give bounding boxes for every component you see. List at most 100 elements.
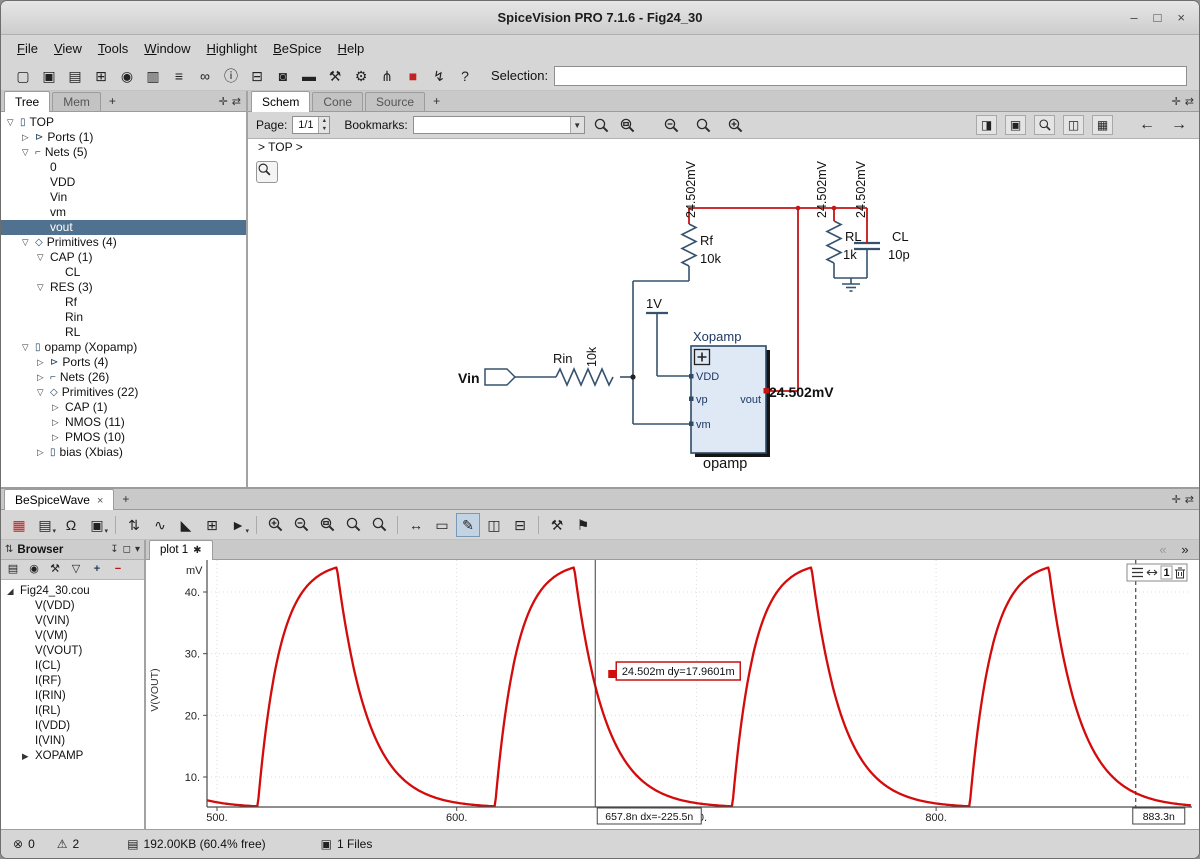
cursor-mode-icon[interactable]: ►▾	[226, 513, 250, 537]
titlebar[interactable]: SpiceVision PRO 7.1.6 - Fig24_30 – □ ×	[1, 1, 1199, 35]
dock-detach-icon[interactable]: ⇄	[1185, 95, 1194, 108]
line-plot-icon[interactable]: ∿	[148, 513, 172, 537]
expander-closed-icon[interactable]: ▶	[22, 749, 35, 764]
tree-item-vm[interactable]: vm	[1, 205, 246, 220]
dock-move-icon[interactable]: ✛	[1172, 95, 1181, 108]
zoom-x-icon[interactable]	[341, 513, 365, 537]
menu-file[interactable]: File	[9, 38, 46, 59]
tree-item-v-vm[interactable]: V(VM)	[1, 629, 144, 644]
expander-open-icon[interactable]: ▽	[22, 340, 35, 355]
zoom-box-icon[interactable]	[315, 513, 339, 537]
tree-item-primitives-4[interactable]: ▽◇Primitives (4)	[1, 235, 246, 250]
component-flag-icon[interactable]: ⚑	[571, 513, 595, 537]
split-vertical-icon[interactable]: ◫	[482, 513, 506, 537]
comment-icon[interactable]: ▭	[430, 513, 454, 537]
tree-item-ports-1[interactable]: ▷⊳Ports (1)	[1, 130, 246, 145]
tree-item-top[interactable]: ▽▯TOP	[1, 115, 246, 130]
link-icon[interactable]: ∞	[193, 64, 217, 88]
signal-list-icon[interactable]: ▤	[4, 561, 22, 578]
menu-view[interactable]: View	[46, 38, 90, 59]
tab-schem[interactable]: Schem	[251, 91, 310, 112]
expander-closed-icon[interactable]: ▷	[37, 355, 50, 370]
plot-back-button[interactable]: «	[1153, 542, 1173, 558]
tree-item-0[interactable]: 0	[1, 160, 246, 175]
back-arrow-button[interactable]: ←	[1135, 115, 1159, 135]
expander-closed-icon[interactable]: ▷	[52, 415, 65, 430]
expander-open-icon[interactable]: ▽	[7, 115, 20, 130]
plot-legend-toolbar[interactable]: 1	[1127, 564, 1187, 581]
spin-up-icon[interactable]: ▲	[319, 117, 329, 125]
zoom-area-icon[interactable]	[616, 113, 640, 137]
add-tab-button[interactable]: +	[427, 94, 446, 108]
expander-open-icon[interactable]: ▽	[37, 385, 50, 400]
expander-closed-icon[interactable]: ▷	[37, 370, 50, 385]
dock-detach-icon[interactable]: ⇄	[232, 95, 241, 108]
tree-item-i-vin[interactable]: I(VIN)	[1, 734, 144, 749]
measure-pencil-icon[interactable]: ✎	[456, 513, 480, 537]
tree-item-opamp-xopamp[interactable]: ▽▯opamp (Xopamp)	[1, 340, 246, 355]
expander-open-icon[interactable]: ▽	[22, 145, 35, 160]
tree-item-nmos-11[interactable]: ▷NMOS (11)	[1, 415, 246, 430]
maximize-button[interactable]: □	[1154, 10, 1162, 25]
split-horizontal-icon[interactable]: ⊟	[508, 513, 532, 537]
expander-open-icon[interactable]: ▽	[37, 250, 50, 265]
open-document-icon[interactable]: ⊞	[89, 64, 113, 88]
new-netlist-icon[interactable]: ▢	[11, 64, 35, 88]
wrench-icon[interactable]: ⚒	[323, 64, 347, 88]
schematic-canvas[interactable]: Vin Rin 10k Rf 10k 24.502mV RL 1k 24.502…	[248, 156, 1199, 487]
hierarchy-icon[interactable]: ⋔	[375, 64, 399, 88]
zoom-out-icon[interactable]	[660, 113, 684, 137]
plot-forward-button[interactable]: »	[1175, 542, 1195, 558]
tab-cone[interactable]: Cone	[312, 92, 363, 111]
tree-item-i-rf[interactable]: I(RF)	[1, 674, 144, 689]
checklist-icon[interactable]: ≡	[167, 64, 191, 88]
area-plot-icon[interactable]: ◣	[174, 513, 198, 537]
tree-item-v-vout[interactable]: V(VOUT)	[1, 644, 144, 659]
find-icon[interactable]	[1034, 115, 1055, 135]
signal-order-icon[interactable]: ⇅	[122, 513, 146, 537]
dock-move-icon[interactable]: ✛	[219, 95, 228, 108]
export-document-icon[interactable]: ▥	[141, 64, 165, 88]
save-waveform-icon[interactable]: ▣▾	[85, 513, 109, 537]
close-button[interactable]: ×	[1177, 10, 1185, 25]
tree-item-i-rl[interactable]: I(RL)	[1, 704, 144, 719]
bookmarks-dropdown[interactable]: ▼	[413, 116, 585, 134]
plot-grid-icon[interactable]: ▦	[7, 513, 31, 537]
fit-width-icon[interactable]: ↔	[404, 513, 428, 537]
print-icon[interactable]: ⊟	[245, 64, 269, 88]
tab-plot-1[interactable]: plot 1✱	[149, 540, 213, 560]
zoom-select-icon[interactable]	[590, 113, 614, 137]
collapse-icon[interactable]: ▾	[135, 544, 140, 555]
tree-item-v-vdd[interactable]: V(VDD)	[1, 599, 144, 614]
frame-icon[interactable]: ▣	[1005, 115, 1026, 135]
probe-icon[interactable]: ↯	[427, 64, 451, 88]
tree-item-i-cl[interactable]: I(CL)	[1, 659, 144, 674]
tree-item-cap-1[interactable]: ▽CAP (1)	[1, 250, 246, 265]
remove-signal-icon[interactable]: −	[109, 561, 127, 578]
tree-item-primitives-22[interactable]: ▽◇Primitives (22)	[1, 385, 246, 400]
pin-icon[interactable]: ↧	[110, 544, 118, 555]
add-tab-button[interactable]: +	[103, 94, 122, 108]
grid-icon[interactable]: ▦	[1092, 115, 1113, 135]
find-signal-icon[interactable]: ◉	[25, 561, 43, 578]
add-signal-icon[interactable]: +	[88, 561, 106, 578]
zoom-fit-icon[interactable]	[692, 113, 716, 137]
expander-closed-icon[interactable]: ▷	[52, 400, 65, 415]
dock-detach-icon[interactable]: ⇄	[1185, 493, 1194, 506]
expander-open-icon[interactable]: ▽	[37, 280, 50, 295]
menu-tools[interactable]: Tools	[90, 38, 136, 59]
expander-closed-icon[interactable]: ▷	[52, 430, 65, 445]
zoom-in-icon[interactable]	[724, 113, 748, 137]
tree-item-fig24-30-cou[interactable]: ◢Fig24_30.cou	[1, 584, 144, 599]
plot-area[interactable]: 500.600.700.800.10.20.30.40. mV V(VOUT) …	[146, 560, 1199, 829]
zoom-in-icon[interactable]	[263, 513, 287, 537]
highlight-icon[interactable]: ■	[401, 64, 425, 88]
spin-down-icon[interactable]: ▼	[319, 125, 329, 133]
tree-item-pmos-10[interactable]: ▷PMOS (10)	[1, 430, 246, 445]
float-window-icon[interactable]: ◻	[123, 544, 131, 555]
snapshot-camera-icon[interactable]: ◙	[271, 64, 295, 88]
invert-colors-icon[interactable]: ◨	[976, 115, 997, 135]
tree-item-ports-4[interactable]: ▷⊳Ports (4)	[1, 355, 246, 370]
close-tab-icon[interactable]: ×	[97, 495, 103, 507]
tab-source[interactable]: Source	[365, 92, 425, 111]
